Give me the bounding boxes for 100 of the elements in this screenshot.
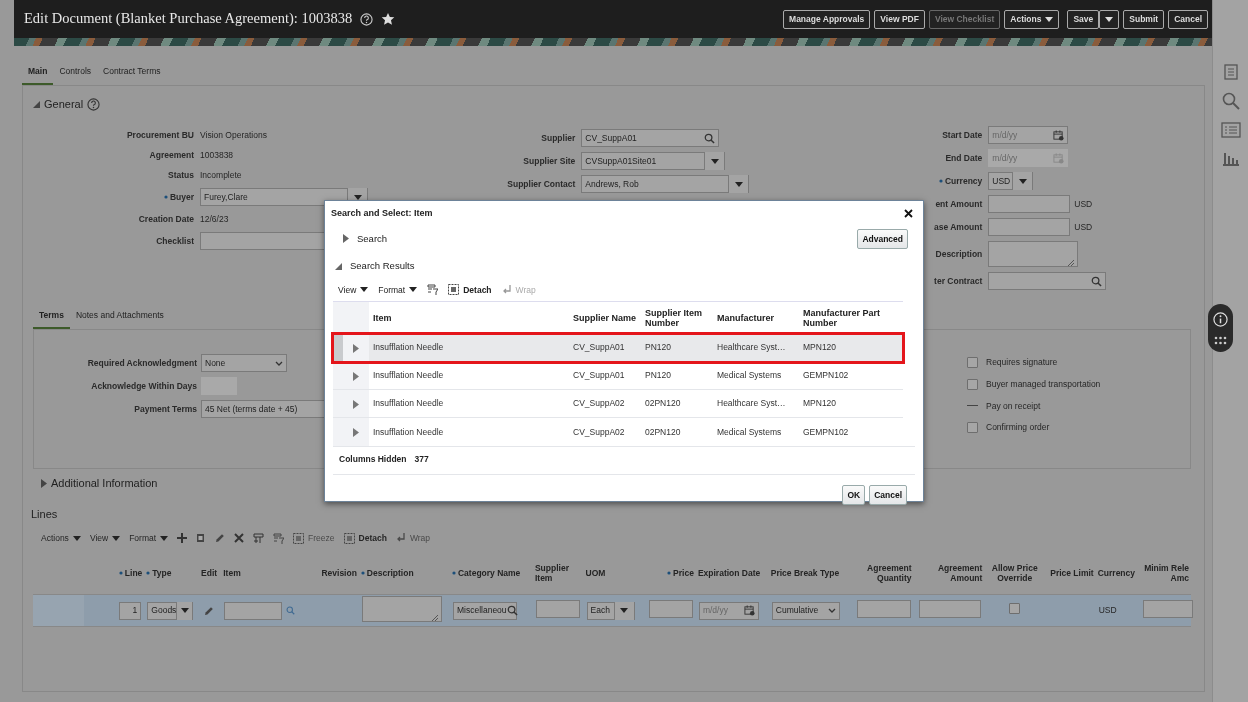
dropdown-field: CVSuppA01Site01 — [581, 152, 726, 171]
filter-icon[interactable] — [427, 284, 439, 296]
search-icon[interactable] — [1091, 275, 1103, 287]
info-icon[interactable] — [1213, 311, 1228, 327]
checkbox[interactable] — [967, 378, 978, 390]
header-button[interactable]: Cancel — [1168, 9, 1208, 29]
section-title: Lines — [31, 506, 59, 522]
header-button[interactable]: Actions — [1004, 9, 1060, 29]
table-row[interactable]: Insufflation Needle CV_SuppA02 02PN120 Medical Systems GEMPN102 — [333, 417, 903, 446]
toolbar-button[interactable]: Detach — [343, 532, 387, 545]
header-button[interactable]: Manage Approvals — [783, 9, 871, 29]
field-label: ter Contract — [934, 275, 983, 286]
toolbar-button[interactable]: Detach — [448, 283, 492, 297]
resize-grip-icon[interactable] — [430, 614, 438, 621]
close-icon[interactable] — [904, 209, 913, 219]
table-row[interactable]: Insufflation Needle CV_SuppA02 02PN120 Healthcare Syst… MPN120 — [333, 389, 903, 418]
advanced-button[interactable]: Advanced — [857, 228, 908, 250]
column-header: Currency — [1097, 567, 1135, 578]
dropdown-button[interactable] — [1099, 9, 1120, 29]
table-cell: 02PN120 — [645, 426, 681, 437]
page-tab[interactable]: Main — [22, 62, 54, 85]
menu-button[interactable]: View — [89, 532, 121, 545]
expand-icon[interactable] — [343, 234, 349, 244]
star-icon[interactable] — [381, 12, 396, 26]
edit-icon[interactable] — [215, 533, 226, 544]
collapse-icon[interactable] — [335, 262, 342, 270]
delete-icon[interactable] — [234, 533, 245, 544]
table-row[interactable]: Insufflation Needle CV_SuppA01 PN120 Medical Systems GEMPN102 — [333, 361, 903, 390]
section-tab[interactable]: Notes and Attachments — [69, 306, 170, 329]
dropdown-button[interactable] — [728, 175, 749, 194]
field-label: Creation Date — [138, 213, 194, 224]
dialog-button[interactable]: Cancel — [869, 484, 907, 506]
add-icon[interactable] — [177, 533, 188, 544]
checkbox[interactable] — [967, 356, 978, 368]
search-icon[interactable] — [1221, 92, 1240, 110]
collapse-icon[interactable] — [33, 100, 40, 108]
table-row[interactable]: 1 Goods Miscellaneou Each m/d/yy Cumulative USD — [33, 594, 1191, 627]
field-label: Procurement BU — [126, 129, 194, 140]
field-label: Supplier Site — [523, 155, 576, 166]
column-header: Price Break Type — [770, 567, 840, 578]
header-button[interactable]: Submit — [1123, 9, 1165, 29]
table-cell: Medical Systems — [717, 370, 782, 381]
menu-button[interactable]: Format — [378, 283, 418, 297]
currency-label: USD — [1074, 220, 1093, 234]
search-icon[interactable] — [506, 605, 518, 617]
column-header: UOM — [585, 567, 606, 578]
menu-button[interactable]: Actions — [41, 532, 81, 545]
edit-icon[interactable] — [204, 605, 215, 616]
expand-icon[interactable] — [353, 399, 359, 409]
column-header: Allow Price Override — [991, 562, 1038, 583]
caret-icon — [1018, 178, 1027, 184]
search-icon[interactable] — [704, 132, 716, 144]
page-tab[interactable]: Contract Terms — [97, 62, 167, 85]
grid-dots-icon[interactable] — [1214, 335, 1227, 345]
copy-icon[interactable] — [196, 533, 207, 544]
field-value: Incomplete — [200, 168, 242, 182]
column-header: Agreement Amount — [937, 562, 983, 583]
table-row[interactable]: Insufflation Needle CV_SuppA01 PN120 Healthcare Syst… MPN120 — [333, 333, 903, 362]
field-label: Start Date — [942, 129, 983, 140]
expand-icon[interactable] — [41, 478, 47, 488]
date-field: m/d/yy — [698, 601, 759, 620]
menu-button[interactable]: Format — [129, 532, 169, 545]
calendar-icon[interactable] — [743, 605, 755, 617]
split-icon[interactable] — [253, 532, 265, 544]
wrap-icon — [501, 284, 512, 295]
filter-icon[interactable] — [273, 532, 285, 544]
columns-hidden-label: Columns Hidden — [339, 452, 407, 466]
dropdown-button[interactable] — [613, 601, 634, 620]
dropdown-field: Each — [586, 601, 635, 620]
column-header: Revision — [321, 567, 357, 578]
section-tab[interactable]: Terms — [33, 306, 70, 329]
expand-icon[interactable] — [353, 343, 359, 353]
page-tab[interactable]: Controls — [53, 62, 98, 85]
dropdown-button[interactable] — [176, 601, 193, 620]
header-button[interactable]: View PDF — [874, 9, 925, 29]
table-cell: Healthcare Syst… — [717, 398, 786, 409]
dialog-button[interactable]: OK — [842, 484, 866, 506]
input-field — [648, 599, 693, 618]
table-cell: Insufflation Needle — [373, 370, 444, 381]
detach-icon — [448, 284, 460, 296]
info-panel-toggle[interactable] — [1208, 304, 1233, 352]
column-header: Expiration Date — [697, 567, 761, 578]
checkbox[interactable] — [967, 422, 978, 434]
resize-grip-icon[interactable] — [1067, 259, 1075, 267]
help-icon[interactable] — [87, 97, 101, 111]
dropdown-button[interactable] — [704, 152, 725, 171]
expand-icon[interactable] — [353, 427, 359, 437]
calendar-icon[interactable] — [1053, 129, 1065, 141]
checkbox[interactable] — [1009, 603, 1021, 614]
menu-button[interactable]: View — [338, 283, 369, 297]
caret-icon — [72, 535, 81, 541]
dropdown-button[interactable] — [1012, 172, 1033, 191]
bar-chart-icon[interactable] — [1221, 150, 1240, 166]
dropdown-field: Andrews, Rob — [581, 175, 750, 194]
field-label: Currency — [944, 175, 983, 186]
save-button[interactable]: Save — [1067, 9, 1100, 29]
expand-icon[interactable] — [353, 371, 359, 381]
field-label: Payment Terms — [134, 403, 197, 414]
column-header: Supplier Name — [573, 312, 637, 323]
input-field[interactable] — [224, 601, 283, 620]
